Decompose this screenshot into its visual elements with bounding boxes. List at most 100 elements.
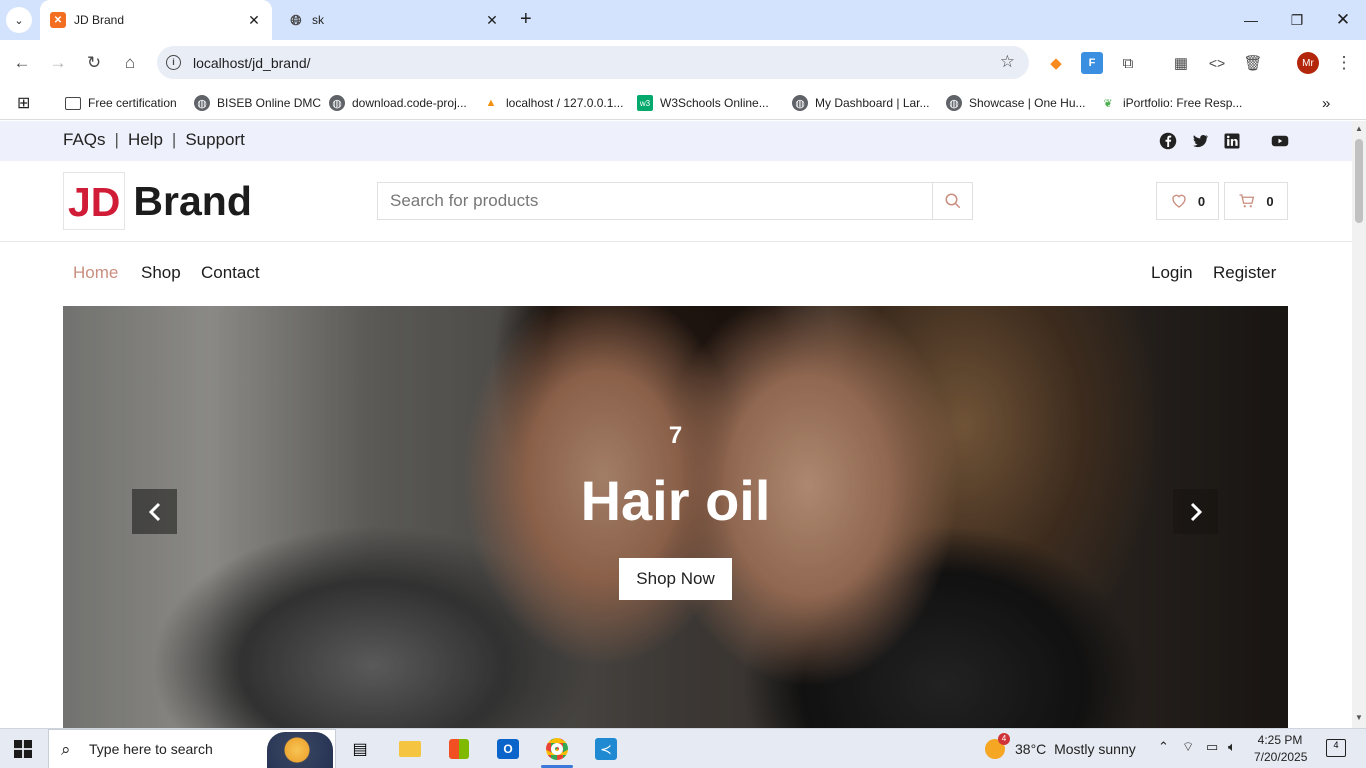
network-icon[interactable]: ⌔ [1182,739,1194,755]
globe-icon: ◍ [329,95,345,111]
outlook-icon[interactable]: O [488,733,528,765]
nav-contact[interactable]: Contact [201,263,260,283]
search-input[interactable]: Search for products [378,183,933,219]
logo-brand: Brand [133,177,252,224]
bookmark-label: Showcase | One Hu... [969,96,1086,110]
bookmark-phpmyadmin[interactable]: ▲ localhost / 127.0.0.1... [483,92,624,114]
notifications-icon[interactable]: 4 [1326,739,1346,757]
nav-login[interactable]: Login [1151,263,1193,283]
w3schools-icon: w3 [637,95,653,111]
bookmark-label: iPortfolio: Free Resp... [1123,96,1243,110]
heart-icon [1172,194,1186,208]
home-icon[interactable]: ⌂ [117,50,143,76]
tab-search-button[interactable]: ⌄ [6,7,32,33]
bookmark-biseb[interactable]: ◍ BISEB Online DMC [194,92,321,114]
vscode-icon[interactable]: ≺ [586,733,626,765]
bookmark-my-dashboard[interactable]: ◍ My Dashboard | Lar... [792,92,930,114]
slide-title: Hair oil [580,469,771,532]
tab-layout-icon[interactable]: ▦ [1170,52,1192,74]
code-icon[interactable]: <> [1206,52,1228,74]
more-menu-icon[interactable]: ⋮ [1333,52,1355,74]
apps-grid-icon[interactable]: ⊞ [17,92,30,114]
tab-close-icon[interactable]: ✕ [246,12,262,28]
bookmark-free-certification[interactable]: Free certification [65,92,177,114]
fonts-extension-icon[interactable]: F [1081,52,1103,74]
nav-home[interactable]: Home [73,263,118,283]
search-button[interactable] [932,183,972,219]
logo-jd: JD [63,172,126,230]
wishlist-count: 0 [1197,193,1206,209]
battery-icon[interactable]: ▭ [1206,739,1218,755]
help-link[interactable]: Help [128,130,163,150]
microsoft-store-icon[interactable] [439,733,479,765]
youtube-icon[interactable] [1270,132,1290,150]
windows-start-icon[interactable] [14,740,32,758]
scroll-thumb[interactable] [1355,139,1363,223]
new-tab-icon[interactable]: + [520,9,532,29]
more-bookmarks-icon[interactable]: » [1322,92,1330,114]
carousel-next-button[interactable] [1173,489,1218,534]
bookmark-code-projects[interactable]: ◍ download.code-proj... [329,92,467,114]
scroll-down-icon[interactable]: ▼ [1355,713,1363,722]
minimize-icon[interactable]: — [1228,0,1274,40]
back-icon[interactable]: ← [9,50,35,76]
close-window-icon[interactable]: ✕ [1320,0,1366,40]
extensions-icon[interactable]: ⧉ [1117,52,1139,74]
weather-sun-icon: 4 [985,733,1010,759]
weather-widget[interactable]: 4 38°C Mostly sunny [985,733,1136,761]
support-link[interactable]: Support [185,130,245,150]
nav-register[interactable]: Register [1213,263,1276,283]
shop-now-button[interactable]: Shop Now [619,558,732,600]
volume-icon[interactable]: 🔈︎ [1228,739,1236,755]
restore-icon[interactable]: ❐ [1274,0,1320,40]
nav-shop[interactable]: Shop [141,263,181,283]
separator: | [171,130,177,149]
globe-icon: ◍ [946,95,962,111]
bookmarks-bar: ⊞ Free certification ◍ BISEB Online DMC … [0,86,1366,120]
faqs-link[interactable]: FAQs [63,130,106,150]
wishlist-button[interactable]: 0 [1156,182,1219,220]
reload-icon[interactable]: ↻ [81,50,107,76]
page-scrollbar[interactable]: ▲ ▼ [1352,121,1366,728]
phpmyadmin-icon: ▲ [485,97,497,109]
profile-avatar[interactable]: Mr [1297,52,1319,74]
forward-icon[interactable]: → [45,50,71,76]
site-header: JD Brand Search for products 0 0 [0,161,1352,242]
carousel-prev-button[interactable] [132,489,177,534]
clock-time: 4:25 PM [1257,733,1303,747]
weather-temp: 38°C [1015,741,1047,757]
chevron-right-icon [1190,502,1202,521]
task-view-icon[interactable]: ▤ [340,733,380,765]
address-bar[interactable]: i localhost/jd_brand/ ☆ [157,46,1029,79]
facebook-icon[interactable] [1159,132,1177,150]
bookmark-star-icon[interactable]: ☆ [1000,52,1015,72]
bookmark-label: download.code-proj... [352,96,467,110]
cart-button[interactable]: 0 [1224,182,1288,220]
trash-icon[interactable]: 🗑︎ [1242,52,1264,74]
bookmark-showcase[interactable]: ◍ Showcase | One Hu... [946,92,1086,114]
chrome-icon[interactable] [537,733,577,768]
metamask-extension-icon[interactable]: ◆ [1045,52,1067,74]
site-top-bar: FAQs | Help | Support [0,121,1352,161]
tab-close-icon[interactable]: ✕ [484,12,500,28]
site-logo[interactable]: JD Brand [63,172,252,230]
site-info-icon[interactable]: i [166,55,181,70]
url-text: localhost/jd_brand/ [193,54,311,71]
tab-jd-brand[interactable]: ✕ JD Brand ✕ [40,0,272,40]
twitter-icon[interactable] [1191,132,1209,150]
main-navigation: Home Shop Contact Login Register [0,243,1352,306]
linkedin-icon[interactable] [1223,132,1241,150]
system-clock[interactable]: 4:25 PM 7/20/2025 [1254,732,1307,766]
weather-condition: Mostly sunny [1054,741,1136,757]
search-icon [945,193,960,209]
file-explorer-icon[interactable] [390,733,430,765]
globe-icon: 🌐︎ [290,11,302,28]
chevron-up-icon[interactable]: ⌃ [1158,739,1169,755]
bookmark-w3schools[interactable]: w3 W3Schools Online... [637,92,769,114]
taskbar-search[interactable]: ⌕ Type here to search [48,729,336,768]
bookmark-iportfolio[interactable]: ❦ iPortfolio: Free Resp... [1100,92,1242,114]
top-links: FAQs | Help | Support [63,130,245,150]
scroll-up-icon[interactable]: ▲ [1355,124,1363,133]
tab-sk[interactable]: 🌐︎ sk ✕ [278,0,510,40]
separator: | [114,130,119,149]
